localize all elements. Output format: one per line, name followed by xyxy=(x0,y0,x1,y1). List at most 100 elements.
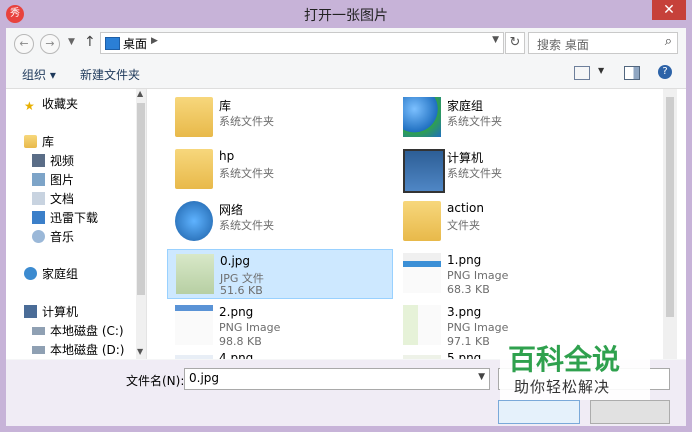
png-thumbnail xyxy=(403,253,441,293)
scroll-up-icon[interactable]: ▲ xyxy=(137,89,143,98)
nav-thunder-downloads-label: 迅雷下载 xyxy=(50,211,99,225)
up-button[interactable]: ↑ xyxy=(84,34,96,50)
navigation-pane: ★ 收藏夹 库 视频 图片 文档 迅雷下载 音乐 家庭组 计算机 本地磁盘 (C:… xyxy=(6,89,147,359)
scroll-down-icon[interactable]: ▼ xyxy=(137,347,143,356)
homegroup-icon xyxy=(24,267,37,280)
cancel-button[interactable] xyxy=(590,400,670,424)
download-icon xyxy=(32,211,45,224)
file-type: 系统文件夹 xyxy=(447,115,502,128)
nav-homegroup[interactable]: 家庭组 xyxy=(24,265,78,282)
file-name: 5.png xyxy=(447,351,482,359)
filename-label: 文件名(N): xyxy=(126,374,185,388)
nav-pictures-label: 图片 xyxy=(50,173,75,187)
file-item-0-jpg[interactable]: 0.jpg JPG 文件 51.6 KB xyxy=(167,249,393,299)
computer-icon xyxy=(403,149,445,193)
nav-computer-label: 计算机 xyxy=(42,305,79,319)
folder-icon xyxy=(403,201,441,241)
music-icon xyxy=(32,230,45,243)
pictures-icon xyxy=(32,173,45,186)
computer-icon xyxy=(24,305,37,318)
watermark-subtitle: 助你轻松解决 xyxy=(514,378,611,396)
jpg-thumbnail xyxy=(176,254,214,294)
file-name: 库 xyxy=(219,99,232,113)
close-button[interactable]: ✕ xyxy=(652,0,686,20)
nav-documents[interactable]: 文档 xyxy=(32,190,74,207)
file-item-network[interactable]: 网络 系统文件夹 xyxy=(167,197,391,245)
file-item-1-png[interactable]: 1.png PNG Image 68.3 KB xyxy=(395,249,619,297)
nav-scrollbar-thumb[interactable] xyxy=(137,103,145,295)
nav-homegroup-label: 家庭组 xyxy=(42,267,79,281)
nav-drive-d[interactable]: 本地磁盘 (D:) xyxy=(32,341,124,358)
nav-drive-c[interactable]: 本地磁盘 (C:) xyxy=(32,322,124,339)
nav-music[interactable]: 音乐 xyxy=(32,228,74,245)
file-item-4-png[interactable]: 4.png xyxy=(167,351,391,359)
file-item-computer[interactable]: 计算机 系统文件夹 xyxy=(395,145,619,193)
drive-icon xyxy=(32,346,45,354)
file-name: 家庭组 xyxy=(447,99,484,113)
file-type: 系统文件夹 xyxy=(219,167,274,180)
file-list-scrollbar-thumb[interactable] xyxy=(666,97,674,317)
file-name: 计算机 xyxy=(447,151,484,165)
new-folder-button[interactable]: 新建文件夹 xyxy=(80,66,140,83)
open-button[interactable] xyxy=(498,400,580,424)
file-list-scrollbar[interactable] xyxy=(663,89,677,359)
nav-thunder-downloads[interactable]: 迅雷下载 xyxy=(32,209,98,226)
breadcrumb-arrow-icon[interactable]: ▶ xyxy=(151,36,158,46)
nav-library[interactable]: 库 xyxy=(24,133,54,150)
nav-favorites[interactable]: ★ 收藏夹 xyxy=(24,95,79,113)
png-thumbnail xyxy=(175,355,213,359)
view-dropdown-icon[interactable]: ▼ xyxy=(598,66,604,75)
nav-computer[interactable]: 计算机 xyxy=(24,303,78,320)
recent-locations-icon[interactable]: ▼ xyxy=(68,37,75,47)
file-name: 2.png xyxy=(219,305,254,319)
documents-icon xyxy=(32,192,45,205)
change-view-icon[interactable] xyxy=(574,66,590,80)
preview-pane-icon[interactable] xyxy=(624,66,640,80)
file-size: 51.6 KB xyxy=(220,284,263,297)
file-item-homegroup[interactable]: 家庭组 系统文件夹 xyxy=(395,93,619,141)
address-bar[interactable]: 桌面 ▶ ▼ xyxy=(100,32,504,54)
filename-input[interactable]: 0.jpg ▼ xyxy=(184,368,490,390)
search-placeholder[interactable]: 搜索 桌面 xyxy=(537,36,589,53)
address-dropdown-icon[interactable]: ▼ xyxy=(492,35,499,45)
file-size: 97.1 KB xyxy=(447,335,490,348)
file-open-dialog: 秀 打开一张图片 ✕ ← → ▼ ↑ 桌面 ▶ ▼ ↻ 搜索 桌面 ⌕ 组织 ▾… xyxy=(0,0,692,432)
filename-value[interactable]: 0.jpg xyxy=(189,371,219,385)
file-name: hp xyxy=(219,149,235,163)
filename-dropdown-icon[interactable]: ▼ xyxy=(478,372,485,382)
nav-pictures[interactable]: 图片 xyxy=(32,171,74,188)
organize-button[interactable]: 组织 ▾ xyxy=(22,66,56,83)
file-name: 4.png xyxy=(219,351,254,359)
file-name: 3.png xyxy=(447,305,482,319)
watermark-overlay: 百科全说 助你轻松解决 xyxy=(500,338,650,400)
file-item-library[interactable]: 库 系统文件夹 xyxy=(167,93,391,141)
user-folder-icon xyxy=(175,149,213,189)
file-item-2-png[interactable]: 2.png PNG Image 98.8 KB xyxy=(167,301,391,349)
forward-button[interactable]: → xyxy=(40,34,60,54)
help-icon[interactable]: ? xyxy=(658,65,672,79)
search-input[interactable]: 搜索 桌面 ⌕ xyxy=(528,32,678,54)
file-name: 0.jpg xyxy=(220,254,251,268)
address-text[interactable]: 桌面 xyxy=(123,35,147,52)
file-type: 文件夹 xyxy=(447,219,480,232)
homegroup-icon xyxy=(403,97,441,137)
file-type: PNG Image xyxy=(447,269,509,282)
file-type: 系统文件夹 xyxy=(447,167,502,180)
file-item-hp[interactable]: hp 系统文件夹 xyxy=(167,145,391,193)
file-item-action[interactable]: action 文件夹 xyxy=(395,197,619,245)
file-type: PNG Image xyxy=(447,321,509,334)
nav-favorites-label: 收藏夹 xyxy=(42,97,79,111)
nav-videos[interactable]: 视频 xyxy=(32,152,74,169)
video-icon xyxy=(32,154,45,167)
nav-scrollbar[interactable]: ▲ ▼ xyxy=(136,89,146,359)
nav-music-label: 音乐 xyxy=(50,230,75,244)
library-folder-icon xyxy=(175,97,213,137)
png-thumbnail xyxy=(403,355,441,359)
search-icon[interactable]: ⌕ xyxy=(665,34,672,49)
refresh-button[interactable]: ↻ xyxy=(505,32,525,54)
file-name: action xyxy=(447,201,484,215)
file-list: 库 系统文件夹 家庭组 系统文件夹 hp 系统文件夹 计算机 系统文件夹 网络 xyxy=(147,89,686,359)
navigation-bar: ← → ▼ ↑ 桌面 ▶ ▼ ↻ 搜索 桌面 ⌕ xyxy=(6,28,686,58)
network-icon xyxy=(175,201,213,241)
back-button[interactable]: ← xyxy=(14,34,34,54)
